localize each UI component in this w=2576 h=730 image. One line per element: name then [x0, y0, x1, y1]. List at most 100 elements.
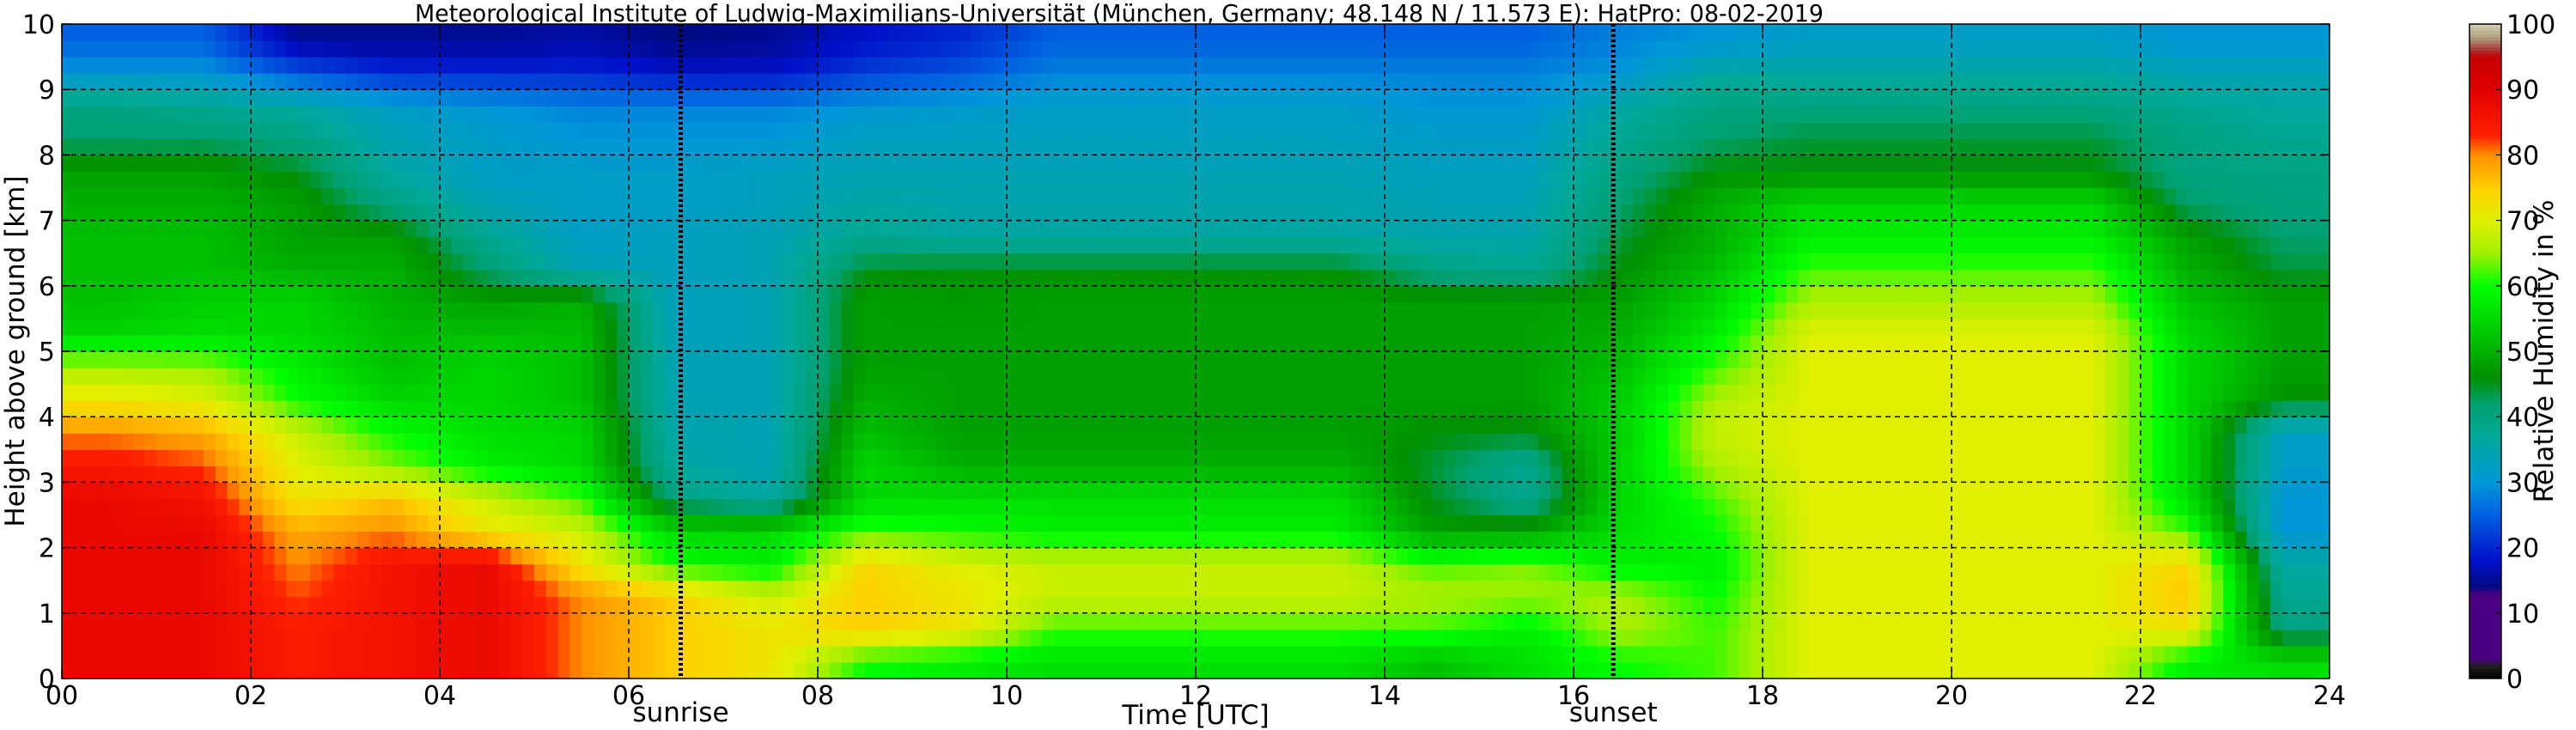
heatmap-cell [451, 645, 465, 663]
heatmap-cell [1502, 24, 1515, 41]
heatmap-cell [309, 547, 323, 565]
heatmap-cell [345, 612, 358, 630]
heatmap-cell [1313, 645, 1326, 663]
heatmap-cell [746, 40, 759, 58]
heatmap-cell [545, 301, 559, 319]
heatmap-cell [1112, 40, 1126, 58]
heatmap-cell [1385, 24, 1398, 41]
heatmap-cell [912, 482, 925, 500]
heatmap-cell [1420, 106, 1433, 123]
heatmap-cell [865, 612, 878, 630]
heatmap-cell [1349, 138, 1362, 155]
heatmap-cell [582, 531, 594, 549]
heatmap-cell [687, 433, 701, 450]
heatmap-cell [1432, 106, 1445, 123]
heatmap-cell [381, 662, 393, 679]
heatmap-cell [451, 171, 465, 189]
heatmap-cell [794, 645, 807, 663]
heatmap-cell [262, 301, 276, 319]
heatmap-cell [62, 449, 75, 466]
heatmap-cell [557, 629, 570, 647]
heatmap-cell [876, 645, 890, 663]
heatmap-cell [1231, 368, 1244, 385]
heatmap-cell [1207, 580, 1221, 598]
heatmap-cell [1502, 171, 1515, 189]
heatmap-cell [440, 384, 453, 401]
heatmap-cell [404, 563, 417, 581]
heatmap-cell [1502, 368, 1515, 385]
heatmap-cell [487, 449, 500, 466]
heatmap-cell [156, 498, 169, 516]
heatmap-cell [167, 580, 181, 598]
heatmap-cell [239, 269, 252, 287]
heatmap-cell [1278, 220, 1291, 238]
heatmap-cell [629, 629, 642, 647]
heatmap-cell [853, 417, 866, 434]
heatmap-cell [1207, 384, 1221, 401]
heatmap-cell [734, 301, 748, 319]
heatmap-cell [463, 285, 476, 303]
heatmap-cell [345, 57, 358, 74]
heatmap-cell [888, 629, 901, 647]
heatmap-cell [1514, 433, 1527, 450]
heatmap-cell [463, 155, 476, 172]
heatmap-cell [1396, 285, 1410, 303]
heatmap-cell [345, 351, 358, 368]
heatmap-cell [545, 417, 559, 434]
heatmap-cell [192, 24, 204, 41]
heatmap-cell [487, 301, 500, 319]
heatmap-cell [1007, 449, 1020, 466]
heatmap-cell [1385, 433, 1398, 450]
heatmap-cell [900, 645, 913, 663]
heatmap-cell [1254, 465, 1268, 483]
heatmap-cell [923, 24, 937, 41]
heatmap-cell [687, 89, 701, 106]
heatmap-cell [192, 498, 204, 516]
heatmap-cell [1172, 563, 1184, 581]
heatmap-cell [557, 400, 570, 417]
heatmap-cell [865, 645, 878, 663]
heatmap-cell [368, 531, 381, 549]
heatmap-cell [1184, 417, 1197, 434]
heatmap-cell [971, 449, 984, 466]
heatmap-cell [806, 24, 819, 41]
heatmap-cell [144, 433, 157, 450]
heatmap-cell [1337, 368, 1350, 385]
heatmap-cell [1172, 171, 1184, 189]
heatmap-cell [251, 612, 264, 630]
heatmap-cell [1184, 236, 1197, 254]
heatmap-cell [1479, 433, 1492, 450]
heatmap-cell [1313, 285, 1326, 303]
heatmap-cell [1337, 531, 1350, 549]
heatmap-cell [1219, 171, 1232, 189]
heatmap-cell [1313, 155, 1326, 172]
heatmap-cell [829, 596, 843, 614]
heatmap-cell [416, 236, 429, 254]
heatmap-cell [1184, 449, 1197, 466]
heatmap-cell [806, 498, 819, 516]
heatmap-cell [298, 301, 311, 319]
heatmap-cell [1196, 384, 1209, 401]
heatmap-cell [1184, 106, 1197, 123]
heatmap-cell [853, 662, 866, 679]
heatmap-cell [1077, 351, 1090, 368]
heatmap-cell [251, 629, 264, 647]
heatmap-cell [1490, 106, 1504, 123]
heatmap-cell [1207, 514, 1221, 532]
heatmap-cell [782, 155, 795, 172]
heatmap-cell [333, 334, 346, 352]
heatmap-cell [156, 204, 169, 222]
heatmap-cell [404, 531, 417, 549]
heatmap-cell [746, 514, 759, 532]
heatmap-cell [120, 465, 134, 483]
heatmap-cell [1443, 122, 1457, 139]
heatmap-cell [876, 449, 890, 466]
heatmap-cell [605, 89, 618, 106]
heatmap-cell [1254, 351, 1268, 368]
heatmap-cell [806, 40, 819, 58]
heatmap-cell [545, 57, 559, 74]
heatmap-cell [699, 24, 712, 41]
heatmap-cell [1385, 563, 1398, 581]
heatmap-cell [215, 122, 228, 139]
heatmap-cell [1018, 580, 1032, 598]
